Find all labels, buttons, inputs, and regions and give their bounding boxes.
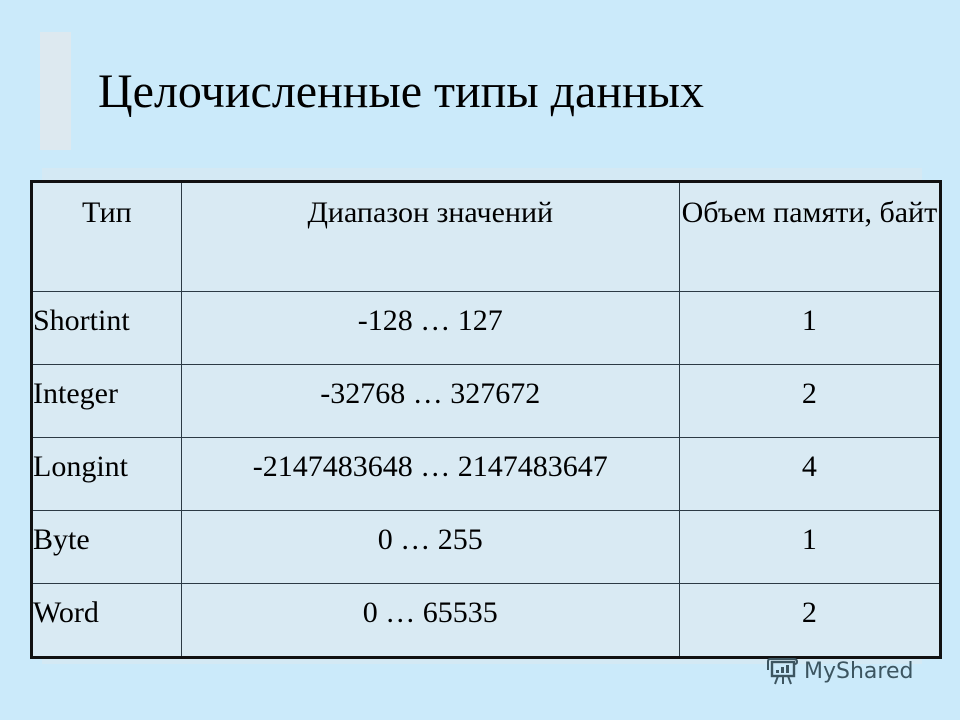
table-row: Integer -32768 … 327672 2 [31, 364, 942, 438]
cell-range: -2147483648 … 2147483647 [180, 437, 680, 511]
table-row: Byte 0 … 255 1 [31, 510, 942, 584]
cell-size: 4 [678, 437, 942, 511]
cell-type: Longint [31, 437, 182, 511]
title-accent-bar [40, 32, 71, 150]
cell-size: 2 [678, 583, 942, 658]
cell-range: -32768 … 327672 [180, 364, 680, 438]
header-range: Диапазон значений [180, 181, 680, 292]
cell-type: Integer [31, 364, 182, 438]
cell-type: Byte [31, 510, 182, 584]
cell-range: 0 … 255 [180, 510, 680, 584]
integer-types-table: Тип Диапазон значений Объем памяти, байт… [30, 180, 942, 659]
myshared-watermark[interactable]: MyShared [766, 656, 913, 686]
slide-title: Целочисленные типы данных [98, 65, 704, 118]
cell-size: 1 [678, 291, 942, 365]
table-row: Shortint -128 … 127 1 [31, 291, 942, 365]
header-type: Тип [31, 181, 182, 292]
cell-type: Word [31, 583, 182, 658]
cell-range: -128 … 127 [180, 291, 680, 365]
presentation-board-icon [766, 656, 800, 686]
cell-size: 2 [678, 364, 942, 438]
table-row: Word 0 … 65535 2 [31, 583, 942, 658]
cell-size: 1 [678, 510, 942, 584]
header-memory-size: Объем памяти, байт [678, 181, 942, 292]
cell-type: Shortint [31, 291, 182, 365]
watermark-label: MyShared [804, 658, 914, 684]
table-row: Longint -2147483648 … 2147483647 4 [31, 437, 942, 511]
cell-range: 0 … 65535 [180, 583, 680, 658]
table-header-row: Тип Диапазон значений Объем памяти, байт [31, 181, 942, 292]
